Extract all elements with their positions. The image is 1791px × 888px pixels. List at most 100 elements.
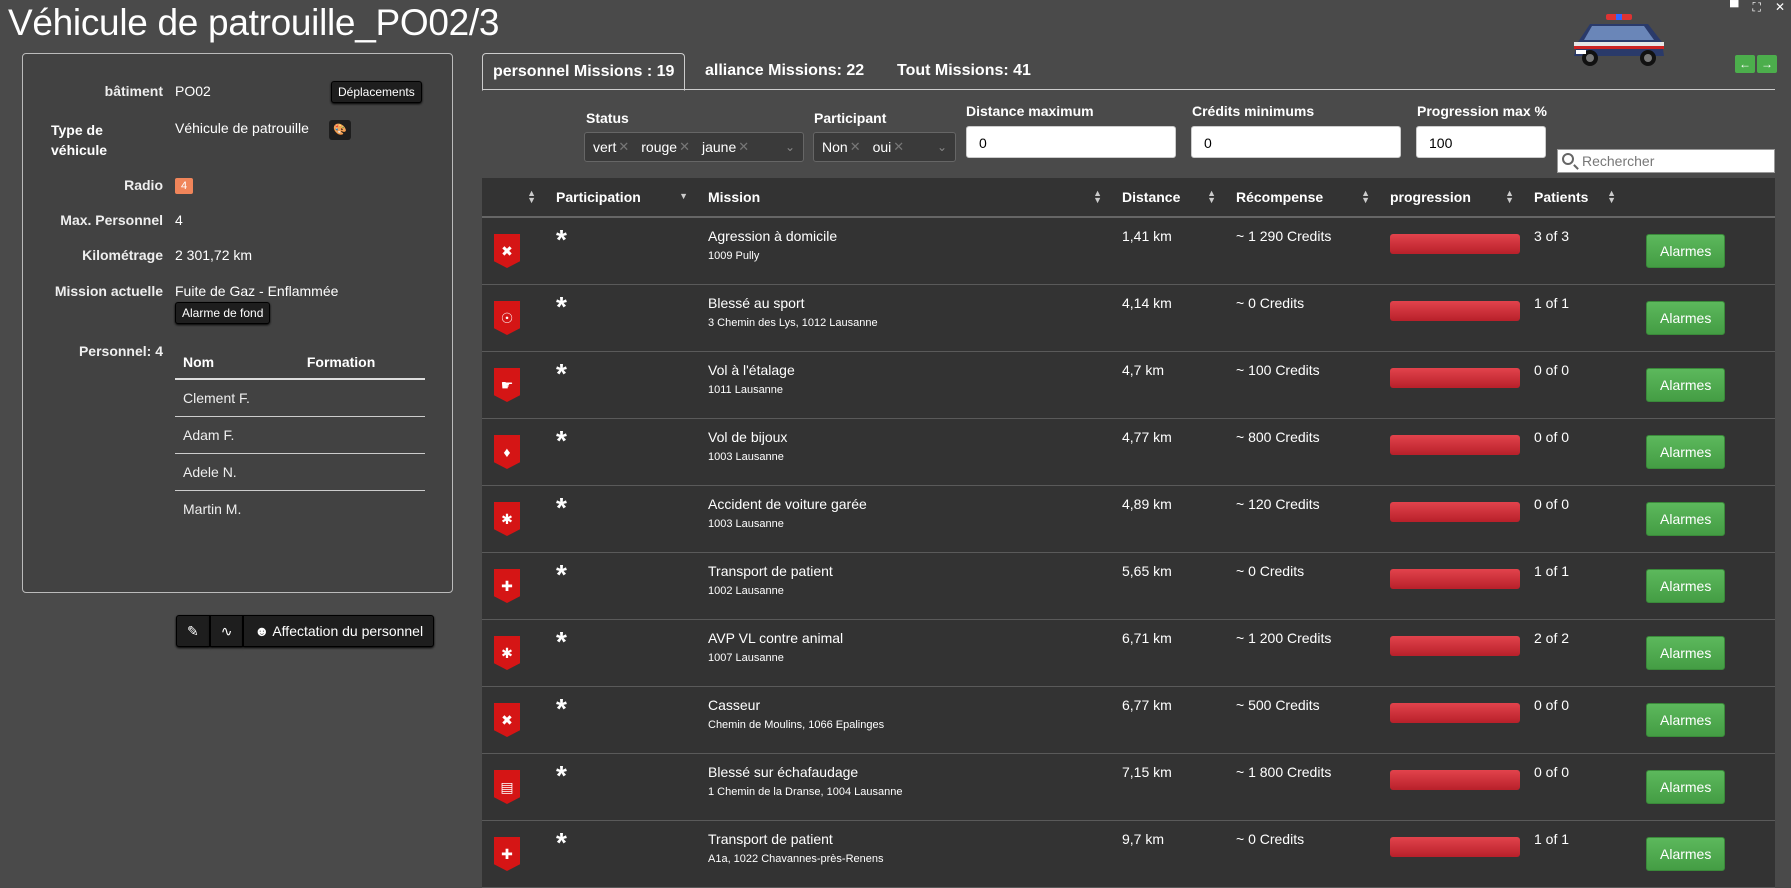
mission-name[interactable]: Transport de patient [708, 831, 1114, 847]
mission-address: 1009 Pully [708, 250, 760, 262]
mission-row: ✱ * AVP VL contre animal 1007 Lausanne 6… [482, 619, 1775, 687]
credits-min-input[interactable]: 0 [1191, 126, 1401, 158]
tab-all-missions[interactable]: Tout Missions: 41 [887, 53, 1041, 89]
mission-cell[interactable]: AVP VL contre animal 1007 Lausanne [700, 619, 1114, 687]
progress-cell [1382, 284, 1526, 352]
remove-chip-icon[interactable]: ✕ [738, 139, 753, 155]
mission-name[interactable]: Accident de voiture garée [708, 496, 1114, 512]
mission-row: ▤ * Blessé sur échafaudage 1 Chemin de l… [482, 753, 1775, 821]
move-button[interactable]: Déplacements [331, 81, 422, 103]
mission-cell[interactable]: Blessé sur échafaudage 1 Chemin de la Dr… [700, 753, 1114, 821]
status-filter-select[interactable]: vert ✕ rouge ✕ jaune ✕ ⌄ [584, 132, 804, 162]
mission-name[interactable]: Vol à l'étalage [708, 362, 1114, 378]
maximize-icon[interactable]: ⛶ [1753, 0, 1761, 15]
distance-header[interactable]: Distance ▲ ▼ [1114, 178, 1228, 218]
mission-header[interactable]: Mission ▲ ▼ [700, 178, 1114, 218]
mission-icon-cell: ▤ [482, 753, 548, 821]
remove-chip-icon[interactable]: ✕ [850, 139, 865, 155]
type-label: Type de véhicule [51, 122, 108, 158]
progress-header[interactable]: progression ▲ ▼ [1382, 178, 1526, 218]
participant-filter-select[interactable]: Non ✕ oui ✕ ⌄ [813, 132, 956, 162]
mission-icon-cell: ♦ [482, 418, 548, 486]
mission-cell[interactable]: Blessé au sport 3 Chemin des Lys, 1012 L… [700, 284, 1114, 352]
vehicle-actions: ✎ ∿ ☻ Affectation du personnel [176, 615, 435, 647]
progress-bar [1390, 569, 1520, 589]
progress-cell [1382, 217, 1526, 285]
vehicle-info-panel: bâtiment PO02 Déplacements Type de véhic… [22, 53, 453, 593]
alarm-button[interactable]: Alarmes [1646, 234, 1726, 268]
edit-icon[interactable]: ✎ [176, 615, 210, 647]
alarm-button[interactable]: Alarmes [1646, 636, 1726, 670]
reward-header[interactable]: Récompense ▲ ▼ [1228, 178, 1382, 218]
alarm-button[interactable]: Alarmes [1646, 569, 1726, 603]
remove-chip-icon[interactable]: ✕ [893, 139, 908, 155]
mission-row: ✚ * Transport de patient 1002 Lausanne 5… [482, 552, 1775, 620]
participation-mark: * [556, 626, 567, 657]
participation-mark: * [556, 760, 567, 791]
mission-cell[interactable]: Agression à domicile 1009 Pully [700, 217, 1114, 285]
alarm-button[interactable]: Alarmes [1646, 770, 1726, 804]
remove-chip-icon[interactable]: ✕ [618, 139, 633, 155]
mission-name[interactable]: Agression à domicile [708, 228, 1114, 244]
status-chip: vert [593, 139, 617, 155]
mission-name[interactable]: Vol de bijoux [708, 429, 1114, 445]
participation-header[interactable]: Participation ▼ [548, 178, 700, 218]
icon-column-header[interactable]: ▲ ▼ [482, 178, 548, 218]
current-mission-value[interactable]: Fuite de Gaz - Enflammée [175, 283, 338, 299]
distance-cell: 6,71 km [1114, 619, 1228, 687]
alarm-button[interactable]: Alarmes [1646, 703, 1726, 737]
tab-personnel-missions[interactable]: personnel Missions : 19 [482, 53, 686, 91]
assign-personnel-button[interactable]: ☻ Affectation du personnel [243, 615, 435, 647]
alarm-button[interactable]: Alarmes [1646, 368, 1726, 402]
mission-cell[interactable]: Transport de patient 1002 Lausanne [700, 552, 1114, 620]
tab-alliance-missions[interactable]: alliance Missions: 22 [695, 53, 874, 89]
mission-name[interactable]: Blessé au sport [708, 295, 1114, 311]
mission-cell[interactable]: Vol à l'étalage 1011 Lausanne [700, 351, 1114, 419]
progress-cell [1382, 686, 1526, 754]
distance-cell: 5,65 km [1114, 552, 1228, 620]
alarm-button[interactable]: Alarmes [1646, 435, 1726, 469]
remove-chip-icon[interactable]: ✕ [679, 139, 694, 155]
page-title: Véhicule de patrouille_PO02/3 [8, 2, 500, 43]
progress-max-input[interactable]: 100 [1416, 126, 1546, 158]
mission-name[interactable]: Transport de patient [708, 563, 1114, 579]
mission-name[interactable]: AVP VL contre animal [708, 630, 1114, 646]
alarm-button[interactable]: Alarmes [1646, 301, 1726, 335]
sort-icon: ▲ ▼ [1607, 188, 1616, 205]
patients-header[interactable]: Patients ▲ ▼ [1526, 178, 1628, 218]
mission-name[interactable]: Casseur [708, 697, 1114, 713]
reward-cell: ~ 1 290 Credits [1228, 217, 1382, 285]
table-header-row: ▲ ▼ Participation ▼ Mission ▲ ▼ Distance ▲ ▼ R… [482, 178, 1775, 218]
distance-max-input[interactable]: 0 [966, 126, 1176, 158]
mission-cell[interactable]: Casseur Chemin de Moulins, 1066 Epalinge… [700, 686, 1114, 754]
name-header: Nom [175, 346, 299, 380]
close-icon[interactable]: ✕ [1775, 0, 1785, 15]
patients-cell: 0 of 0 [1526, 351, 1628, 419]
progress-bar [1390, 837, 1520, 857]
alarm-button[interactable]: Alarmes [1646, 502, 1726, 536]
stats-chart-icon[interactable]: ∿ [209, 615, 244, 647]
background-alarm-button[interactable]: Alarme de fond [175, 302, 271, 324]
alarm-cell: Alarmes [1628, 686, 1775, 754]
reward-cell: ~ 0 Credits [1228, 284, 1382, 352]
palette-icon[interactable]: 🎨 [329, 120, 351, 140]
mission-cell[interactable]: Vol de bijoux 1003 Lausanne [700, 418, 1114, 486]
participation-mark: * [556, 559, 567, 590]
participation-mark: * [556, 224, 567, 255]
participation-cell: * [548, 418, 700, 486]
assault-icon: ✖ [494, 234, 520, 268]
mission-cell[interactable]: Accident de voiture garée 1003 Lausanne [700, 485, 1114, 553]
max-personnel-value: 4 [175, 212, 183, 228]
alarm-button[interactable]: Alarmes [1646, 837, 1726, 871]
mission-cell[interactable]: Transport de patient A1a, 1022 Chavannes… [700, 820, 1114, 888]
alarm-cell: Alarmes [1628, 217, 1775, 285]
progress-max-label: Progression max % [1417, 103, 1547, 119]
mission-name[interactable]: Blessé sur échafaudage [708, 764, 1114, 780]
reward-cell: ~ 500 Credits [1228, 686, 1382, 754]
alarm-cell: Alarmes [1628, 418, 1775, 486]
progress-cell [1382, 485, 1526, 553]
search-input[interactable]: Rechercher [1557, 149, 1775, 173]
minimize-icon[interactable]: ▀ [1730, 0, 1739, 15]
mission-address: 3 Chemin des Lys, 1012 Lausanne [708, 317, 878, 329]
mission-address: 1003 Lausanne [708, 451, 784, 463]
